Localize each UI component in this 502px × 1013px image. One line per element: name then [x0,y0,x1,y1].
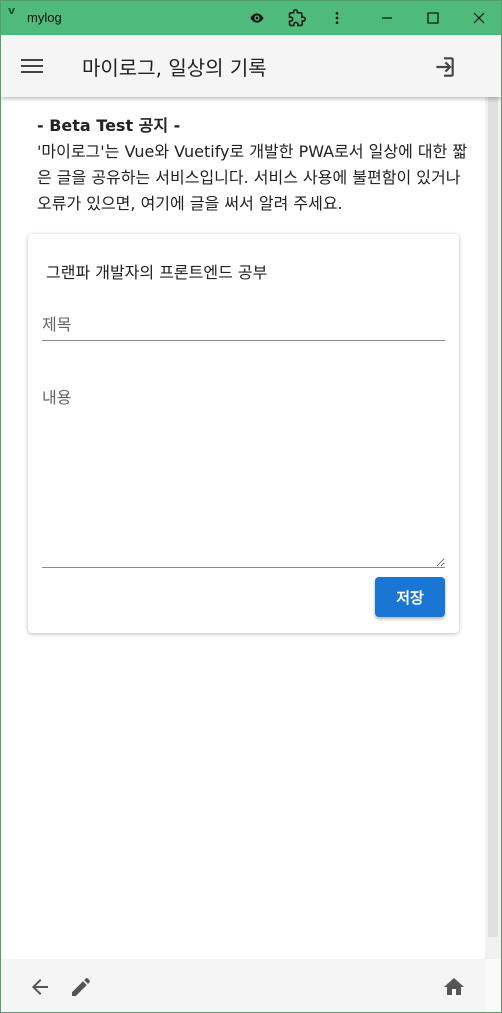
content-textarea[interactable] [42,384,445,568]
maximize-icon[interactable] [423,8,443,28]
minimize-icon[interactable] [377,8,397,28]
notice-title: - Beta Test 공지 - [37,116,181,135]
card-title: 그랜파 개발자의 프론트엔드 공부 [46,263,268,282]
title-input[interactable] [42,308,445,341]
app-window: v mylog 마이로그, 일상의 기록 - Beta Test 공지 - '마… [0,0,502,1013]
app-logo-icon: v [8,4,16,17]
beta-notice: - Beta Test 공지 - '마이로그'는 Vue와 Vuetify로 개… [37,113,477,217]
more-vert-icon[interactable] [327,8,347,28]
window-title: mylog [27,10,62,25]
main-content: - Beta Test 공지 - '마이로그'는 Vue와 Vuetify로 개… [1,97,485,959]
page-title: 마이로그, 일상의 기록 [82,56,267,80]
notice-body: '마이로그'는 Vue와 Vuetify로 개발한 PWA로서 일상에 대한 짧… [37,142,468,213]
logout-icon[interactable] [431,54,457,80]
home-icon[interactable] [442,975,466,999]
app-bar: 마이로그, 일상의 기록 [1,35,501,97]
extension-icon[interactable] [287,8,307,28]
post-form-card: 그랜파 개발자의 프론트엔드 공부 저장 [28,234,459,633]
back-arrow-icon[interactable] [28,975,52,999]
close-icon[interactable] [469,8,489,28]
scrollbar[interactable] [485,97,501,959]
window-titlebar: v mylog [1,1,501,35]
scroll-thumb[interactable] [488,97,498,937]
save-button[interactable]: 저장 [375,577,445,617]
bottom-navigation [1,959,485,1012]
eye-icon[interactable] [247,8,267,28]
menu-icon[interactable] [21,56,43,76]
edit-icon[interactable] [69,975,93,999]
